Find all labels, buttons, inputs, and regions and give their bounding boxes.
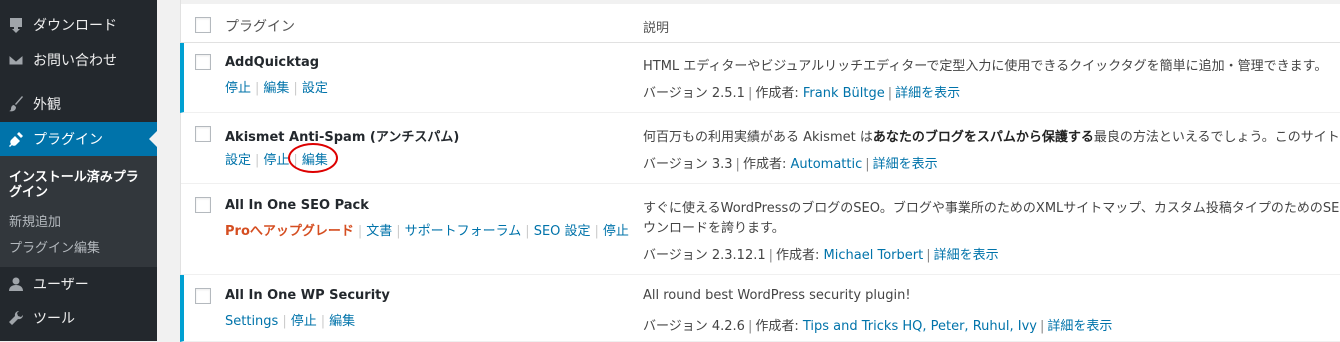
plugin-meta: バージョン 2.3.12.1 | 作成者: Michael Torbert | 詳細を表… [643,248,999,263]
submenu-plugin-editor[interactable]: プラグイン編集 [9,237,100,256]
plugin-description: すぐに使えるWordPressのブログのSEO。ブログや事業所のためのXMLサイ… [643,201,1340,216]
plugin-checkbox[interactable] [195,197,211,213]
column-description: 説明 [643,21,670,36]
submenu-add-new[interactable]: 新規追加 [9,211,61,230]
plugin-row-addquicktag: AddQuicktag 停止 | 編集 | 設定 HTML エディターやビジュアルリッチ… [180,43,1340,113]
plugin-row-all-in-one-seo: All In One SEO Pack Proへアップグレード | 文書 | サポートフ… [181,184,1340,275]
admin-sidebar: ダウンロード お問い合わせ 外観 プラグイン インストール済みプラグイン 新規追… [0,0,157,341]
plugin-meta: バージョン 4.2.6 | 作成者: Tips and Tricks HQ, Pet… [643,319,1113,334]
docs-link[interactable]: 文書 [366,224,392,239]
plugin-meta: バージョン 2.5.1 | 作成者: Frank Bültge | 詳細を表示 [643,86,961,101]
plugin-actions: Proへアップグレード | 文書 | サポートフォーラム | SEO 設定 | 停止 [225,224,629,239]
deactivate-link[interactable]: 停止 [263,153,289,168]
menu-item-plugins[interactable]: プラグイン [0,122,157,156]
mail-icon [7,51,25,69]
column-plugin: プラグイン [225,19,295,35]
plugin-name: Akismet Anti-Spam (アンチスパム) [225,130,460,145]
version-text: バージョン 2.5.1 [643,86,745,101]
upgrade-pro-link[interactable]: Proへアップグレード [225,224,354,239]
deactivate-link[interactable]: 停止 [291,314,317,329]
plugin-icon [7,130,25,148]
edit-link[interactable]: 編集 [329,314,355,329]
details-link[interactable]: 詳細を表示 [895,86,960,101]
author-link[interactable]: Frank Bültge [803,86,885,101]
submenu-installed-plugins[interactable]: インストール済みプラグイン [9,170,149,200]
version-text: バージョン 4.2.6 [643,319,745,334]
menu-label: 外観 [33,97,61,113]
version-text: バージョン 3.3 [643,157,733,172]
author-link[interactable]: Michael Torbert [824,248,924,263]
deactivate-link[interactable]: 停止 [603,224,629,239]
settings-link[interactable]: Settings [225,314,278,329]
plugin-actions: 停止 | 編集 | 設定 [225,81,328,96]
menu-label: ユーザー [33,277,89,293]
author-label: 作成者: [755,319,799,334]
details-link[interactable]: 詳細を表示 [1047,319,1112,334]
plugin-checkbox[interactable] [195,54,211,70]
version-text: バージョン 2.3.12.1 [643,248,766,263]
deactivate-link[interactable]: 停止 [225,81,251,96]
author-label: 作成者: [755,86,799,101]
menu-item-contact[interactable]: お問い合わせ [0,43,157,77]
settings-link[interactable]: 設定 [225,153,251,168]
menu-label: お問い合わせ [33,53,117,69]
menu-item-users[interactable]: ユーザー [0,267,157,301]
plugin-description-line2: ウンロードを誇ります。 [643,221,785,236]
edit-link[interactable]: 編集 [263,81,289,96]
brush-icon [7,95,25,113]
table-header: プラグイン 説明 [181,4,1340,43]
plugin-actions: Settings | 停止 | 編集 [225,314,356,329]
plugin-meta: バージョン 3.3 | 作成者: Automattic | 詳細を表示 [643,157,938,172]
plugin-description: HTML エディターやビジュアルリッチエディターで定型入力に使用できるクイックタ… [643,59,1328,74]
plugin-checkbox[interactable] [195,288,211,304]
plugin-name: All In One SEO Pack [225,198,369,213]
author-link[interactable]: Tips and Tricks HQ, Peter, Ruhul, Ivy [803,319,1037,334]
menu-label: プラグイン [33,132,103,148]
plugin-name: AddQuicktag [225,55,320,70]
author-label: 作成者: [776,248,820,263]
author-link[interactable]: Automattic [790,157,862,172]
user-icon [7,275,25,293]
plugin-name: All In One WP Security [225,288,390,303]
seo-settings-link[interactable]: SEO 設定 [534,224,591,239]
menu-item-appearance[interactable]: 外観 [0,87,157,121]
menu-label: ツール [33,311,75,327]
menu-label: ダウンロード [33,18,117,34]
plugins-submenu: インストール済みプラグイン 新規追加 プラグイン編集 [0,156,157,267]
menu-item-tools[interactable]: ツール [0,301,157,335]
select-all-checkbox[interactable] [195,17,211,33]
author-label: 作成者: [742,157,787,172]
plugin-row-all-in-one-wp-security: All In One WP Security Settings | 停止 | 編集 Al… [180,275,1340,342]
plugins-table: プラグイン 説明 AddQuicktag 停止 | 編集 | 設定 HTML エディター… [180,0,1340,342]
plugin-description: All round best WordPress security plugin… [643,288,911,303]
support-forum-link[interactable]: サポートフォーラム [405,224,522,239]
wrench-icon [7,309,25,327]
plugin-checkbox[interactable] [195,126,211,142]
details-link[interactable]: 詳細を表示 [934,248,999,263]
annotation-circle [288,143,338,173]
plugin-description: 何百万もの利用実績がある Akismet はあなたのブログをスパムから保護する最… [643,130,1340,145]
menu-item-download[interactable]: ダウンロード [0,8,157,42]
details-link[interactable]: 詳細を表示 [873,157,938,172]
settings-link[interactable]: 設定 [302,81,328,96]
plugin-row-akismet: Akismet Anti-Spam (アンチスパム) 設定 | 停止 | 編集 何百万も… [181,113,1340,184]
download-icon [7,16,25,34]
